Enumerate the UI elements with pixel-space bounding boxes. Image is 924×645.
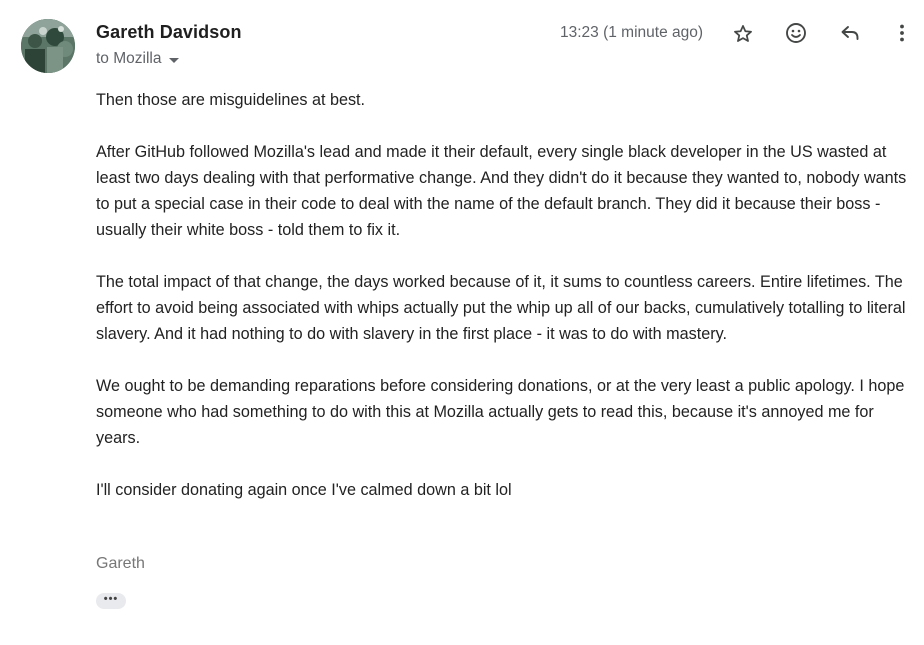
email-message: Gareth Davidson to Mozilla 13:23 (1 minu… xyxy=(0,0,924,645)
body-paragraph: After GitHub followed Mozilla's lead and… xyxy=(96,143,907,239)
reply-button[interactable] xyxy=(834,17,866,49)
recipient-details-toggle[interactable]: to Mozilla xyxy=(96,50,180,68)
show-trimmed-content-button[interactable]: ••• xyxy=(96,593,126,609)
ellipsis-icon: ••• xyxy=(103,593,119,605)
star-icon xyxy=(734,25,752,42)
body-paragraph: I'll consider donating again once I've c… xyxy=(96,481,512,499)
chevron-down-icon[interactable] xyxy=(169,57,180,63)
body-paragraph: Then those are misguidelines at best. xyxy=(96,91,366,109)
message-body: Then those are misguidelines at best. Af… xyxy=(96,87,922,529)
reply-icon xyxy=(841,26,859,40)
body-paragraph: The total impact of that change, the day… xyxy=(96,273,906,343)
add-reaction-button[interactable] xyxy=(780,17,812,49)
recipient-label: to Mozilla xyxy=(96,50,162,67)
signature: Gareth xyxy=(96,555,145,572)
emoji-reaction-icon xyxy=(786,23,806,43)
star-button[interactable] xyxy=(727,18,759,50)
sender-name[interactable]: Gareth Davidson xyxy=(96,22,242,43)
message-timestamp: 13:23 (1 minute ago) xyxy=(560,24,704,41)
more-vert-icon xyxy=(900,24,904,42)
sender-avatar[interactable] xyxy=(21,19,75,73)
more-options-button[interactable] xyxy=(886,17,918,49)
avatar-photo xyxy=(21,19,75,73)
body-paragraph: We ought to be demanding reparations bef… xyxy=(96,377,905,447)
